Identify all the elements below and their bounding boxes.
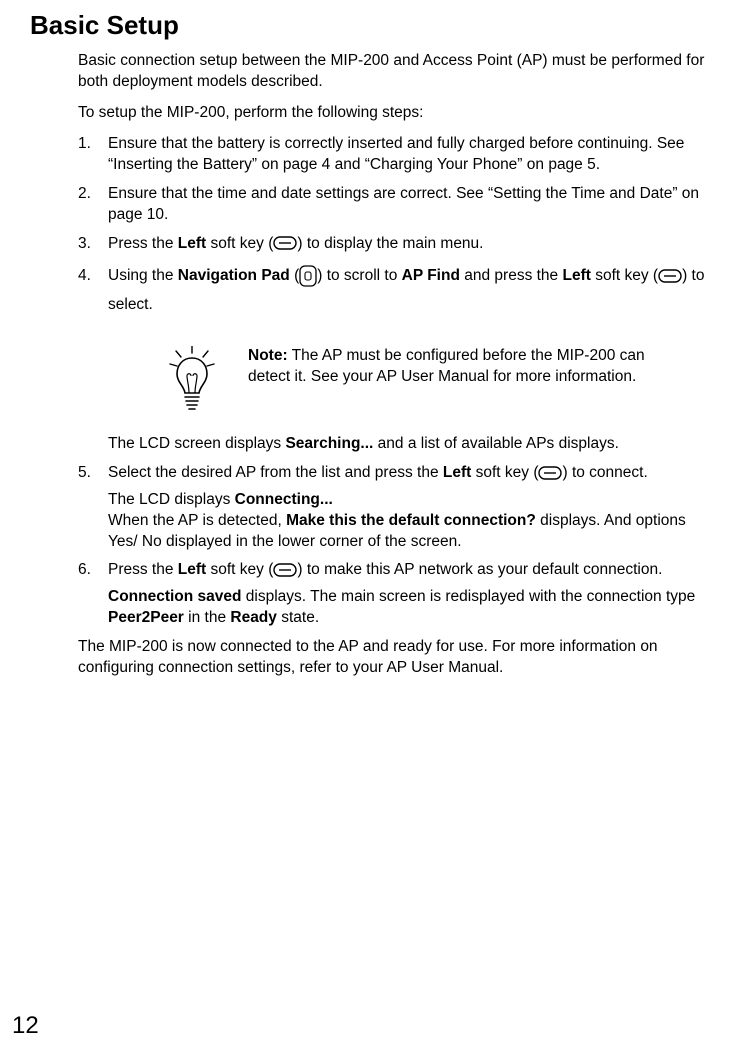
step-5-sub: The LCD displays Connecting... When the …: [108, 490, 712, 553]
page-title: Basic Setup: [30, 8, 712, 43]
intro-paragraph-2: To setup the MIP-200, perform the follow…: [78, 103, 712, 124]
searching-label: Searching...: [285, 435, 373, 452]
make-default-label: Make this the default connection?: [286, 512, 536, 529]
closing-paragraph: The MIP-200 is now connected to the AP a…: [78, 637, 712, 679]
step-5-text-b: soft key (: [471, 464, 538, 481]
searching-a: The LCD screen displays: [108, 435, 285, 452]
navpad-icon: [299, 265, 317, 287]
note-block: Note: The AP must be configured before t…: [164, 346, 684, 412]
softkey-icon: [658, 269, 682, 283]
softkey-icon: [538, 466, 562, 480]
step-5-text-c: ) to connect.: [562, 464, 647, 481]
step-3: Press the Left soft key ( ) to display th…: [78, 234, 712, 255]
peer2peer-label: Peer2Peer: [108, 609, 184, 626]
connecting-label: Connecting...: [235, 491, 333, 508]
step-3-text-b: soft key (: [206, 235, 273, 252]
step-6-text-a: Press the: [108, 561, 178, 578]
step-1-text: Ensure that the battery is correctly ins…: [108, 135, 684, 173]
ready-label: Ready: [230, 609, 277, 626]
steps-list: Ensure that the battery is correctly ins…: [78, 134, 712, 629]
step-4-text-a: Using the: [108, 267, 178, 284]
step-5-d: The LCD displays: [108, 491, 235, 508]
left-softkey-label: Left: [443, 464, 471, 481]
left-softkey-label: Left: [178, 561, 206, 578]
navigation-pad-label: Navigation Pad: [178, 267, 290, 284]
step-5-text-a: Select the desired AP from the list and …: [108, 464, 443, 481]
left-softkey-label: Left: [562, 267, 590, 284]
note-body: The AP must be configured before the MIP…: [248, 347, 645, 385]
step-4-text-c: ) to scroll to: [317, 267, 401, 284]
step-6-e: in the: [184, 609, 231, 626]
page-number: 12: [12, 1010, 39, 1042]
softkey-icon: [273, 563, 297, 577]
step-5: Select the desired AP from the list and …: [78, 463, 712, 553]
step-3-text-c: ) to display the main menu.: [297, 235, 483, 252]
step-2: Ensure that the time and date settings a…: [78, 184, 712, 226]
lightbulb-icon: [164, 346, 220, 412]
step-2-text: Ensure that the time and date settings a…: [108, 185, 699, 223]
step-6-text-c: ) to make this AP network as your defaul…: [297, 561, 662, 578]
step-3-text-a: Press the: [108, 235, 178, 252]
searching-c: and a list of available APs displays.: [373, 435, 619, 452]
step-6: Press the Left soft key ( ) to make this …: [78, 560, 712, 629]
step-4-text-e: soft key (: [591, 267, 658, 284]
step-4-text-d: and press the: [460, 267, 563, 284]
step-6-text-b: soft key (: [206, 561, 273, 578]
step-6-f: state.: [277, 609, 319, 626]
connection-saved-label: Connection saved: [108, 588, 242, 605]
softkey-icon: [273, 236, 297, 250]
intro-paragraph-1: Basic connection setup between the MIP-2…: [78, 51, 712, 93]
left-softkey-label: Left: [178, 235, 206, 252]
step-4-text-b: (: [290, 267, 299, 284]
note-text: Note: The AP must be configured before t…: [248, 346, 684, 388]
step-1: Ensure that the battery is correctly ins…: [78, 134, 712, 176]
step-5-e: When the AP is detected,: [108, 512, 286, 529]
note-label: Note:: [248, 347, 288, 364]
step-6-d: displays. The main screen is redisplayed…: [242, 588, 696, 605]
searching-line: The LCD screen displays Searching... and…: [108, 434, 712, 455]
step-4: Using the Navigation Pad ( ) to scroll to…: [78, 262, 712, 454]
page: Basic Setup Basic connection setup betwe…: [0, 0, 742, 1060]
step-6-sub: Connection saved displays. The main scre…: [108, 587, 712, 629]
ap-find-label: AP Find: [402, 267, 460, 284]
